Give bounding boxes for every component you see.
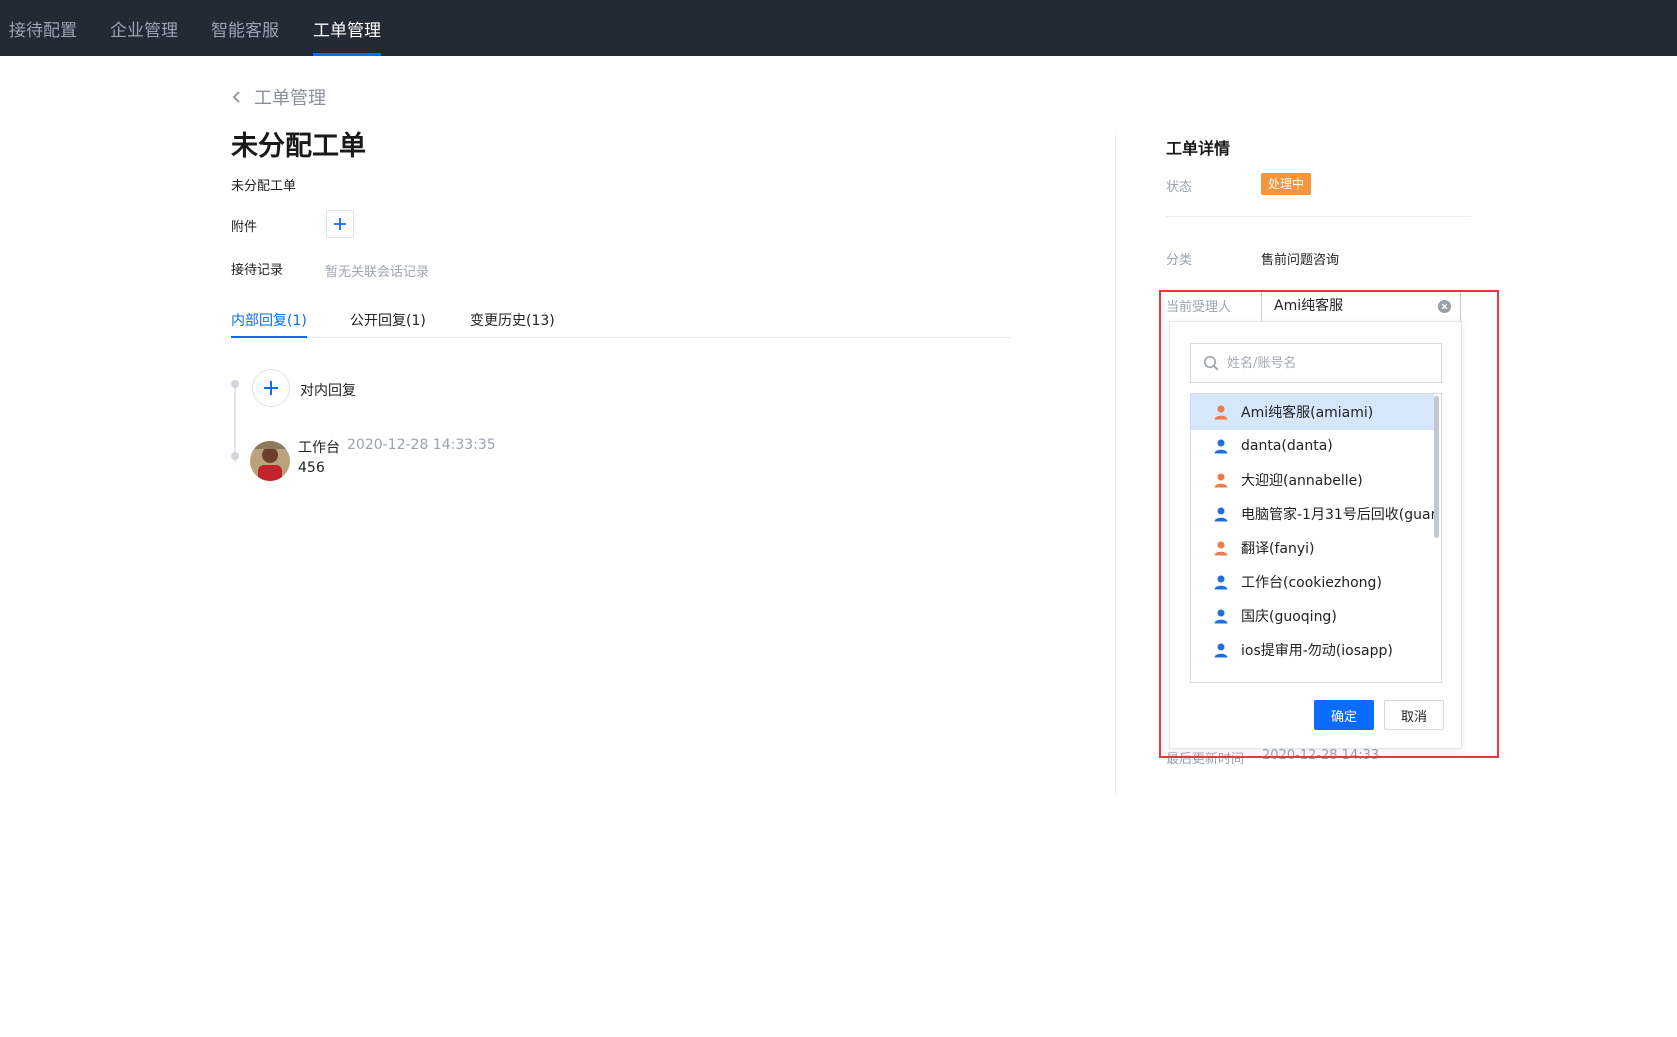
clear-icon[interactable]: [1437, 299, 1452, 314]
user-blue-icon: [1214, 439, 1228, 454]
assignee-options-list[interactable]: Ami纯客服(amiami) danta(danta) 大迎迎(annabell…: [1190, 393, 1442, 683]
status-badge: 处理中: [1261, 173, 1312, 195]
confirm-button[interactable]: 确定: [1314, 700, 1374, 730]
assignee-option[interactable]: 国庆(guoqing): [1191, 598, 1434, 634]
last-updated-label: 最后更新时间: [1166, 752, 1245, 767]
message-body: 456: [298, 460, 325, 476]
cancel-button[interactable]: 取消: [1384, 700, 1444, 730]
tab-internal-reply[interactable]: 内部回复(1): [231, 310, 307, 338]
add-internal-reply-button[interactable]: [252, 369, 290, 407]
last-updated-value: 2020-12-28 14:33: [1262, 748, 1380, 763]
nav-tab-smart-service[interactable]: 智能客服: [211, 0, 279, 56]
message-timestamp: 2020-12-28 14:33:35: [347, 437, 496, 453]
assignee-select[interactable]: Ami纯客服: [1261, 290, 1461, 322]
nav-tab-ticket-management[interactable]: 工单管理: [313, 0, 381, 56]
assignee-search-input[interactable]: [1227, 355, 1427, 371]
assignee-option-label: 工作台(cookiezhong): [1241, 575, 1382, 591]
record-empty-text: 暂无关联会话记录: [325, 265, 430, 280]
add-attachment-button[interactable]: [326, 210, 354, 238]
vertical-divider: [1115, 135, 1116, 795]
plus-icon: [264, 381, 278, 395]
user-blue-icon: [1214, 507, 1228, 522]
assignee-option[interactable]: ios提审用-勿动(iosapp): [1191, 632, 1434, 668]
timeline-dot: [231, 452, 239, 460]
assignee-option[interactable]: 大迎迎(annabelle): [1191, 462, 1434, 498]
assignee-search-box[interactable]: [1190, 343, 1442, 383]
assignee-option-label: ios提审用-勿动(iosapp): [1241, 643, 1393, 659]
tab-change-history[interactable]: 变更历史(13): [470, 310, 555, 338]
avatar: [250, 441, 290, 481]
assignee-option-label: 电脑管家-1月31号后回收(guan: [1241, 507, 1434, 523]
status-label: 状态: [1166, 180, 1193, 195]
assignee-option-label: Ami纯客服(amiami): [1241, 405, 1374, 421]
assignee-option[interactable]: 翻译(fanyi): [1191, 530, 1434, 566]
user-blue-icon: [1214, 643, 1228, 658]
category-value: 售前问题咨询: [1261, 253, 1340, 268]
user-orange-icon: [1214, 405, 1228, 420]
back-link[interactable]: 工单管理: [230, 84, 326, 110]
divider: [1166, 216, 1471, 217]
message-author: 工作台: [298, 440, 340, 456]
ticket-description: 未分配工单: [231, 179, 297, 194]
search-icon: [1203, 355, 1219, 371]
user-blue-icon: [1214, 609, 1228, 624]
record-label: 接待记录: [231, 263, 284, 278]
timeline-dot: [231, 380, 239, 388]
assignee-option-label: 大迎迎(annabelle): [1241, 473, 1363, 489]
user-blue-icon: [1214, 575, 1228, 590]
assignee-option[interactable]: Ami纯客服(amiami): [1191, 394, 1434, 430]
reply-tabs: 内部回复(1) 公开回复(1) 变更历史(13): [231, 300, 1011, 338]
plus-icon: [334, 218, 346, 230]
nav-tab-reception-config[interactable]: 接待配置: [9, 0, 77, 56]
assignee-option-label: 国庆(guoqing): [1241, 609, 1337, 625]
user-orange-icon: [1214, 473, 1228, 488]
assignee-dropdown: Ami纯客服(amiami) danta(danta) 大迎迎(annabell…: [1169, 321, 1462, 749]
page-title: 未分配工单: [231, 131, 366, 162]
detail-panel-title: 工单详情: [1166, 139, 1231, 158]
attachment-label: 附件: [231, 220, 258, 235]
chevron-left-icon: [232, 91, 240, 103]
assignee-option-label: danta(danta): [1241, 438, 1333, 454]
internal-reply-label[interactable]: 对内回复: [300, 380, 356, 400]
user-orange-icon: [1214, 541, 1228, 556]
assignee-select-value: Ami纯客服: [1274, 298, 1344, 314]
assignee-option[interactable]: 工作台(cookiezhong): [1191, 564, 1434, 600]
nav-tab-enterprise-management[interactable]: 企业管理: [110, 0, 178, 56]
timeline-line: [234, 382, 236, 462]
category-label: 分类: [1166, 253, 1193, 268]
assignee-option-label: 翻译(fanyi): [1241, 541, 1315, 557]
assignee-label: 当前受理人: [1166, 300, 1232, 315]
list-scrollbar[interactable]: [1434, 396, 1439, 538]
back-link-label: 工单管理: [254, 88, 326, 109]
top-nav-bar: 接待配置 企业管理 智能客服 工单管理: [0, 0, 1677, 56]
assignee-option[interactable]: 电脑管家-1月31号后回收(guan: [1191, 496, 1434, 532]
tab-public-reply[interactable]: 公开回复(1): [350, 310, 426, 338]
assignee-option[interactable]: danta(danta): [1191, 428, 1434, 464]
